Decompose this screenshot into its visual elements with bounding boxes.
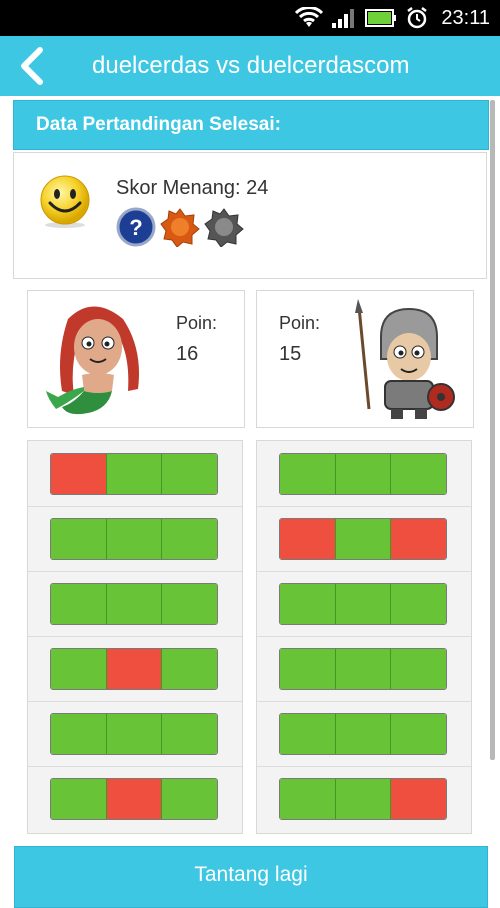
correct-answer-cell — [162, 519, 217, 559]
correct-answer-cell — [280, 584, 336, 624]
round-row — [257, 441, 471, 507]
result-header-title: Data Pertandingan Selesai: — [36, 114, 281, 135]
round-row — [257, 766, 471, 831]
correct-answer-cell — [162, 454, 217, 494]
challenge-again-button[interactable]: Tantang lagi — [14, 846, 488, 908]
status-time: 23:11 — [441, 6, 490, 29]
correct-answer-cell — [335, 714, 392, 754]
correct-answer-cell — [280, 649, 336, 689]
player-left-points-label: Poin: — [176, 313, 218, 333]
round-row — [28, 766, 242, 831]
wrong-answer-cell — [391, 519, 446, 559]
summary-panel: Skor Menang: 24 ? — [13, 152, 487, 279]
correct-answer-cell — [51, 519, 107, 559]
answer-bar — [279, 583, 447, 625]
player-right-points-label: Poin: — [279, 313, 321, 333]
badge-list: ? — [116, 207, 244, 247]
correct-answer-cell — [335, 779, 392, 819]
round-row — [28, 441, 242, 507]
status-bar: 23:11 — [0, 0, 500, 36]
answer-bar — [279, 453, 447, 495]
round-row — [28, 506, 242, 572]
alarm-clock-icon — [407, 7, 428, 29]
correct-answer-cell — [51, 649, 107, 689]
svg-text:?: ? — [129, 215, 142, 240]
answer-bar — [279, 518, 447, 560]
round-row — [28, 636, 242, 702]
back-button[interactable] — [14, 46, 54, 86]
content-area: Data Pertandingan Selesai: Skor Menang: … — [0, 96, 500, 908]
correct-answer-cell — [391, 714, 446, 754]
player-card-right: Poin: 15 — [256, 290, 474, 428]
rounds-left — [27, 440, 243, 834]
answer-bar — [50, 778, 218, 820]
knight-avatar — [355, 299, 455, 419]
round-row — [257, 636, 471, 702]
player-card-left: Poin: 16 — [27, 290, 245, 428]
question-badge-icon: ? — [116, 207, 156, 247]
answer-bar — [279, 778, 447, 820]
answer-bar — [50, 453, 218, 495]
correct-answer-cell — [335, 649, 392, 689]
player-left-points-value: 16 — [176, 343, 199, 365]
correct-answer-cell — [106, 714, 163, 754]
wrong-answer-cell — [106, 779, 163, 819]
battery-icon — [365, 9, 397, 27]
app-title: duelcerdas vs duelcerdascom — [92, 52, 410, 79]
answer-bar — [50, 583, 218, 625]
answer-bar — [50, 648, 218, 690]
correct-answer-cell — [280, 779, 336, 819]
gray-badge-icon — [204, 208, 244, 247]
wifi-icon — [295, 7, 324, 27]
correct-answer-cell — [335, 519, 392, 559]
bronze-badge-icon — [160, 208, 200, 247]
chevron-left-icon — [21, 47, 43, 85]
signal-icon — [332, 9, 355, 28]
correct-answer-cell — [162, 649, 217, 689]
correct-answer-cell — [106, 519, 163, 559]
answer-bar — [279, 648, 447, 690]
round-row — [257, 506, 471, 572]
correct-answer-cell — [280, 454, 336, 494]
win-score: Skor Menang: 24 — [116, 177, 269, 199]
round-row — [28, 571, 242, 637]
round-row — [28, 701, 242, 767]
correct-answer-cell — [162, 584, 217, 624]
round-row — [257, 701, 471, 767]
round-row — [257, 571, 471, 637]
smiley-icon — [40, 175, 90, 228]
challenge-again-label: Tantang lagi — [194, 863, 308, 886]
correct-answer-cell — [391, 649, 446, 689]
correct-answer-cell — [280, 714, 336, 754]
player-right-points-value: 15 — [279, 343, 302, 365]
correct-answer-cell — [51, 779, 107, 819]
answer-bar — [50, 518, 218, 560]
correct-answer-cell — [106, 584, 163, 624]
wrong-answer-cell — [51, 454, 107, 494]
wrong-answer-cell — [391, 779, 446, 819]
result-header: Data Pertandingan Selesai: — [13, 100, 489, 150]
correct-answer-cell — [106, 454, 163, 494]
wrong-answer-cell — [106, 649, 163, 689]
rounds-right — [256, 440, 472, 834]
mermaid-avatar — [46, 306, 139, 415]
wrong-answer-cell — [280, 519, 336, 559]
correct-answer-cell — [162, 714, 217, 754]
correct-answer-cell — [51, 584, 107, 624]
status-icons: 23:11 — [295, 4, 490, 32]
correct-answer-cell — [162, 779, 217, 819]
answer-bar — [279, 713, 447, 755]
app-bar: duelcerdas vs duelcerdascom — [0, 36, 500, 96]
correct-answer-cell — [391, 454, 446, 494]
scrollbar[interactable] — [490, 100, 495, 760]
correct-answer-cell — [51, 714, 107, 754]
correct-answer-cell — [391, 584, 446, 624]
correct-answer-cell — [335, 454, 392, 494]
correct-answer-cell — [335, 584, 392, 624]
answer-bar — [50, 713, 218, 755]
